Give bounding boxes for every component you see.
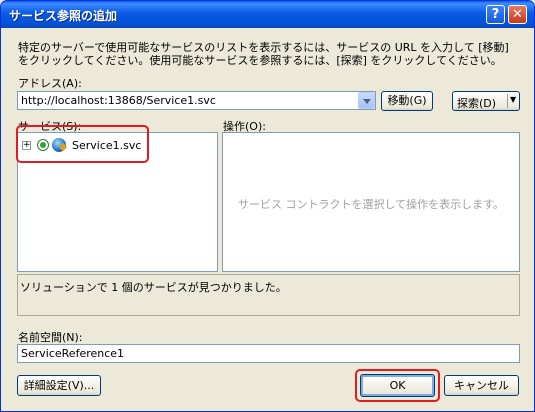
operations-list[interactable]: サービス コントラクトを選択して操作を表示します。 [222, 132, 520, 272]
split-divider [507, 94, 508, 108]
title-bar[interactable]: サービス参照の追加 ? ✕ [1, 1, 534, 28]
advanced-button[interactable]: 詳細設定(V)... [17, 375, 101, 396]
instructions-text: 特定のサーバーで使用可能なサービスのリストを表示するには、サービスの URL を… [18, 41, 509, 67]
close-icon: ✕ [512, 7, 523, 22]
address-dropdown-icon[interactable] [358, 92, 375, 109]
highlight-ok-button [355, 369, 440, 402]
discover-button-label[interactable]: 探索(D) [457, 95, 496, 111]
status-text: ソリューションで 1 個のサービスが見つかりました。 [20, 281, 287, 294]
status-panel: ソリューションで 1 個のサービスが見つかりました。 [17, 274, 520, 316]
window-title: サービス参照の追加 [9, 9, 118, 23]
help-icon: ? [491, 7, 500, 22]
namespace-input[interactable]: ServiceReference1 [17, 344, 520, 363]
address-input[interactable]: http://localhost:13868/Service1.svc [17, 91, 376, 110]
cancel-button[interactable]: キャンセル [444, 375, 519, 396]
chevron-down-icon[interactable]: ▼ [510, 95, 516, 104]
highlight-service-item [16, 125, 149, 163]
namespace-value: ServiceReference1 [21, 347, 125, 360]
namespace-label: 名前空間(N): [18, 331, 83, 344]
go-button[interactable]: 移動(G) [381, 91, 433, 111]
address-label: アドレス(A): [18, 77, 82, 90]
discover-split-button[interactable]: 探索(D) ▼ [452, 91, 520, 111]
help-button[interactable]: ? [486, 5, 505, 24]
address-value: http://localhost:13868/Service1.svc [21, 94, 216, 107]
operations-placeholder: サービス コントラクトを選択して操作を表示します。 [237, 198, 505, 211]
dialog-window: サービス参照の追加 ? ✕ 特定のサーバーで使用可能なサービスのリストを表示する… [0, 0, 535, 412]
close-button[interactable]: ✕ [508, 5, 527, 24]
